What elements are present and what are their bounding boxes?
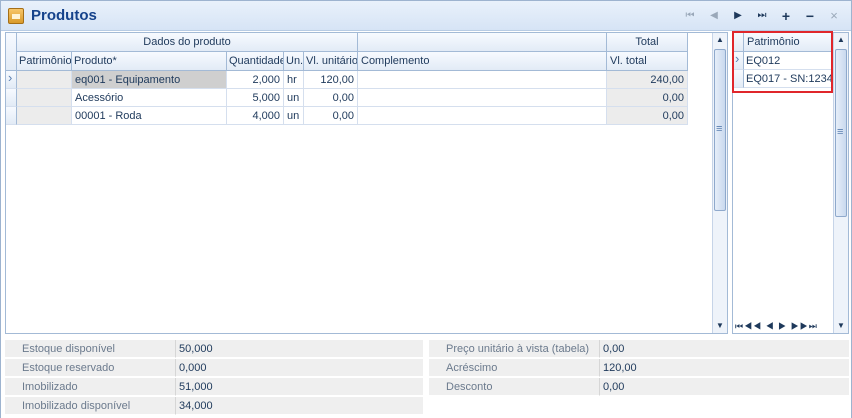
scroll-up-icon[interactable]: ▲ <box>834 33 848 47</box>
col-produto[interactable]: Produto* <box>72 52 227 71</box>
scroll-down-icon[interactable]: ▼ <box>834 319 848 333</box>
label-acrescimo: Acréscimo <box>429 359 599 377</box>
cell-vl-total: 240,00 <box>607 71 688 89</box>
cell-vl-unitario[interactable]: 0,00 <box>304 89 358 107</box>
scroll-thumb[interactable] <box>835 49 847 217</box>
value-desconto: 0,00 <box>599 378 849 396</box>
next-record-icon[interactable]: ▶ <box>731 9 745 23</box>
label-desconto: Desconto <box>429 378 599 396</box>
cell-un[interactable]: un <box>284 107 304 125</box>
produtos-window: Produtos ⏮ ◀ ▶ ⏭ + − × Dados do produto … <box>0 0 852 418</box>
products-grid[interactable]: Dados do produto Total Patrimônio Produt… <box>5 32 728 334</box>
value-estoque-reservado: 0,000 <box>175 359 423 377</box>
row-indicator[interactable] <box>6 89 17 107</box>
col-complemento[interactable]: Complemento <box>358 52 607 71</box>
col-patrimonio[interactable]: Patrimônio <box>17 52 72 71</box>
first-record-icon[interactable]: ⏮ <box>683 9 697 23</box>
cell-vl-unitario[interactable]: 120,00 <box>304 71 358 89</box>
cell-patrimonio[interactable] <box>17 71 72 89</box>
value-imobilizado: 51,000 <box>175 378 423 396</box>
products-scrollbar[interactable]: ▲ ▼ <box>712 33 727 333</box>
window-title: Produtos <box>31 7 97 24</box>
cell-vl-unitario[interactable]: 0,00 <box>304 107 358 125</box>
cell-quantidade[interactable]: 2,000 <box>227 71 284 89</box>
cell-complemento[interactable] <box>358 107 607 125</box>
remove-icon[interactable]: − <box>803 9 817 23</box>
col-vl-unitario[interactable]: Vl. unitário <box>304 52 358 71</box>
row-indicator[interactable] <box>6 70 17 89</box>
cell-produto[interactable]: eq001 - Equipamento <box>72 71 227 89</box>
close-icon[interactable]: × <box>827 9 841 23</box>
col-un[interactable]: Un. <box>284 52 304 71</box>
value-acrescimo: 120,00 <box>599 359 849 377</box>
cell-un[interactable]: hr <box>284 71 304 89</box>
box-icon <box>8 8 24 24</box>
cell-vl-total: 0,00 <box>607 89 688 107</box>
value-estoque-disponivel: 50,000 <box>175 340 423 358</box>
summary-panel: Estoque disponível 50,000 Estoque reserv… <box>1 336 851 418</box>
scroll-down-icon[interactable]: ▼ <box>713 319 727 333</box>
label-estoque-disponivel: Estoque disponível <box>5 340 175 358</box>
band-dados-produto: Dados do produto <box>17 33 358 52</box>
row-indicator[interactable] <box>6 107 17 125</box>
cell-un[interactable]: un <box>284 89 304 107</box>
add-icon[interactable]: + <box>779 9 793 23</box>
highlight-box <box>732 31 833 93</box>
cell-vl-total: 0,00 <box>607 107 688 125</box>
previous-record-icon[interactable]: ◀ <box>707 9 721 23</box>
col-quantidade[interactable]: Quantidade <box>227 52 284 71</box>
label-imobilizado-disponivel: Imobilizado disponível <box>5 397 175 415</box>
scroll-up-icon[interactable]: ▲ <box>713 33 727 47</box>
cell-patrimonio[interactable] <box>17 107 72 125</box>
cell-complemento[interactable] <box>358 71 607 89</box>
cell-produto[interactable]: 00001 - Roda <box>72 107 227 125</box>
last-record-icon[interactable]: ⏭ <box>755 9 769 23</box>
scroll-thumb[interactable] <box>714 49 726 211</box>
value-imobilizado-disponivel: 34,000 <box>175 397 423 415</box>
cell-produto[interactable]: Acessório <box>72 89 227 107</box>
band-complemento <box>358 33 607 52</box>
col-vl-total[interactable]: Vl. total <box>607 52 688 71</box>
label-estoque-reservado: Estoque reservado <box>5 359 175 377</box>
cell-patrimonio[interactable] <box>17 89 72 107</box>
value-preco-unitario: 0,00 <box>599 340 849 358</box>
cell-quantidade[interactable]: 4,000 <box>227 107 284 125</box>
patrimonio-navigator[interactable]: ⏮◀◀ ◀ ▶ ▶▶⏭ <box>735 321 818 332</box>
label-preco-unitario: Preço unitário à vista (tabela) <box>429 340 599 358</box>
patrimonio-scrollbar[interactable]: ▲ ▼ <box>833 33 848 333</box>
cell-complemento[interactable] <box>358 89 607 107</box>
title-bar: Produtos ⏮ ◀ ▶ ⏭ + − × <box>1 1 851 31</box>
cell-quantidade[interactable]: 5,000 <box>227 89 284 107</box>
grid-corner <box>6 33 17 71</box>
label-imobilizado: Imobilizado <box>5 378 175 396</box>
band-total: Total <box>607 33 688 52</box>
